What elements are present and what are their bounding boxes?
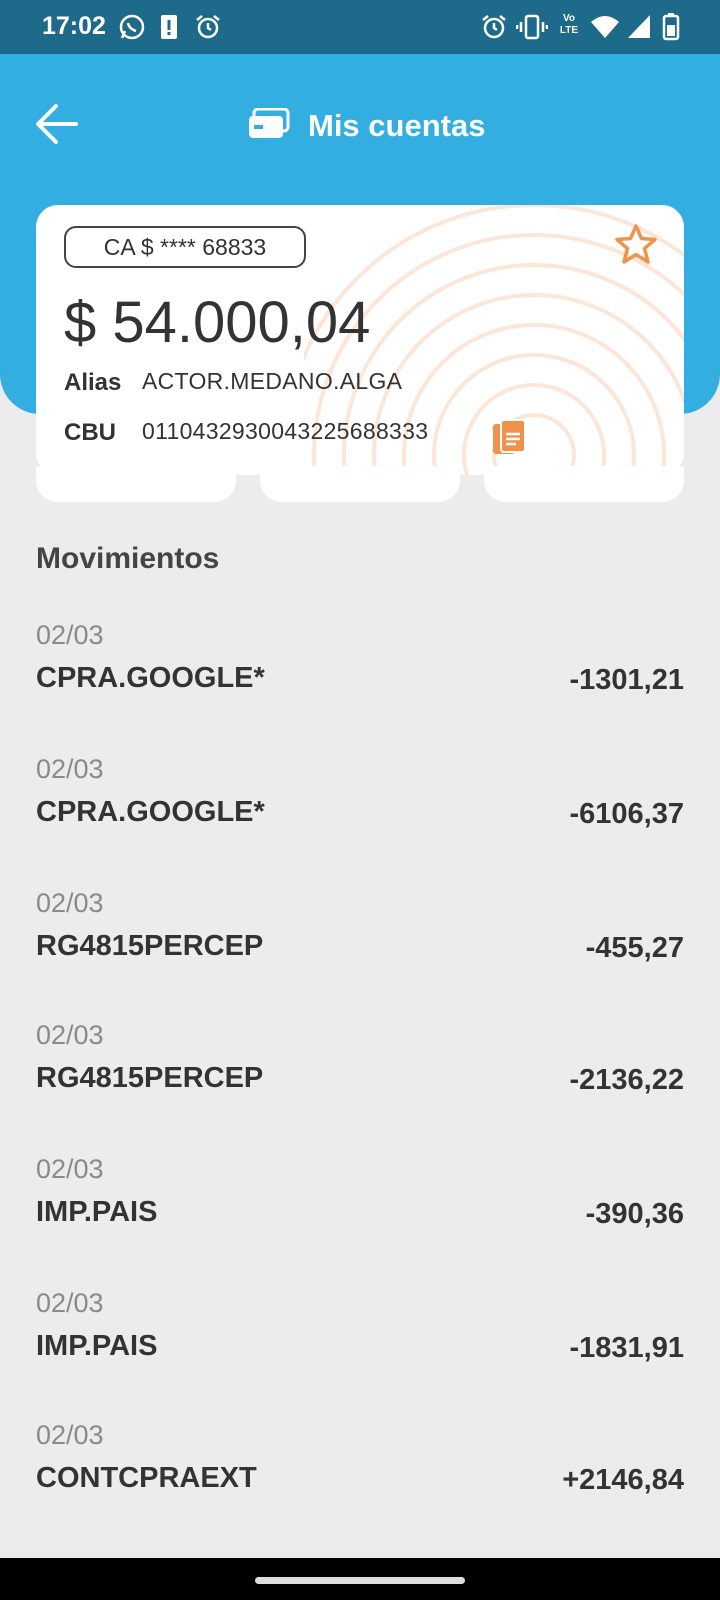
movement-row[interactable]: 02/03 RG4815PERCEP -455,27: [36, 888, 684, 988]
movement-date: 02/03: [36, 1020, 104, 1050]
account-card: CA $ **** 68833 $ 54.000,04 Alias ACTOR.…: [36, 205, 684, 475]
battery-icon: [662, 13, 680, 46]
movement-amount: -2136,22: [569, 1064, 685, 1096]
vibrate-icon: [515, 13, 549, 46]
movement-row[interactable]: 02/03 RG4815PERCEP -2136,22: [36, 1020, 684, 1120]
movement-description: CPRA.GOOGLE*: [36, 796, 265, 828]
movement-amount: -1301,21: [569, 664, 685, 696]
copy-icon: [491, 419, 531, 462]
movement-amount: -6106,37: [569, 798, 685, 830]
cbu-value: 0110432930043225688333: [142, 418, 429, 444]
movement-date: 02/03: [36, 888, 104, 918]
card-tab-3[interactable]: [484, 466, 684, 502]
movement-date: 02/03: [36, 1154, 104, 1184]
movement-description: RG4815PERCEP: [36, 1062, 264, 1094]
movement-amount: -455,27: [585, 932, 684, 964]
movement-description: IMP.PAIS: [36, 1330, 158, 1362]
movement-row[interactable]: 02/03 CPRA.GOOGLE* -6106,37: [36, 754, 684, 854]
whatsapp-icon: [118, 13, 146, 46]
header-title: Mis cuentas: [308, 108, 486, 143]
volte-label: Vo LTE: [559, 13, 579, 36]
movement-date: 02/03: [36, 1288, 104, 1318]
movement-description: IMP.PAIS: [36, 1196, 158, 1228]
home-indicator[interactable]: [255, 1577, 465, 1584]
battery-alert-icon: [158, 13, 180, 46]
alarm-icon: [194, 13, 222, 46]
movement-date: 02/03: [36, 620, 104, 650]
movement-amount: -1831,91: [569, 1332, 685, 1364]
alias-value: ACTOR.MEDANO.ALGA: [142, 368, 403, 394]
back-arrow-icon: [30, 104, 86, 156]
alarm-icon: [480, 13, 508, 46]
status-time: 17:02: [42, 12, 106, 40]
movement-amount: +2146,84: [562, 1464, 684, 1496]
favorite-button[interactable]: [612, 221, 660, 269]
wifi-icon: [590, 13, 620, 46]
movement-row[interactable]: 02/03 IMP.PAIS -1831,91: [36, 1288, 684, 1388]
cbu-label: CBU: [64, 419, 116, 446]
movement-date: 02/03: [36, 1420, 104, 1450]
card-tab-2[interactable]: [260, 466, 460, 502]
movement-row[interactable]: 02/03 CONTCPRAEXT +2146,84: [36, 1420, 684, 1520]
movement-amount: -390,36: [585, 1198, 684, 1230]
back-button[interactable]: [30, 96, 86, 152]
card-icon: [248, 107, 290, 145]
system-nav-bar: [0, 1558, 720, 1600]
movement-row[interactable]: 02/03 CPRA.GOOGLE* -1301,21: [36, 620, 684, 720]
account-chip: CA $ **** 68833: [64, 226, 306, 268]
copy-cbu-button[interactable]: [491, 418, 531, 458]
movements-title: Movimientos: [36, 542, 220, 575]
movement-row[interactable]: 02/03 IMP.PAIS -390,36: [36, 1154, 684, 1254]
signal-icon: [626, 13, 652, 46]
alias-label: Alias: [64, 369, 122, 396]
page-title: Mis cuentas: [248, 104, 485, 148]
movement-description: RG4815PERCEP: [36, 930, 264, 962]
status-bar: 17:02 Vo LTE: [0, 0, 720, 54]
account-balance: $ 54.000,04: [64, 290, 371, 355]
star-icon: [612, 224, 660, 273]
card-tab-1[interactable]: [36, 466, 236, 502]
movement-description: CPRA.GOOGLE*: [36, 662, 265, 694]
movement-date: 02/03: [36, 754, 104, 784]
movement-description: CONTCPRAEXT: [36, 1462, 257, 1494]
